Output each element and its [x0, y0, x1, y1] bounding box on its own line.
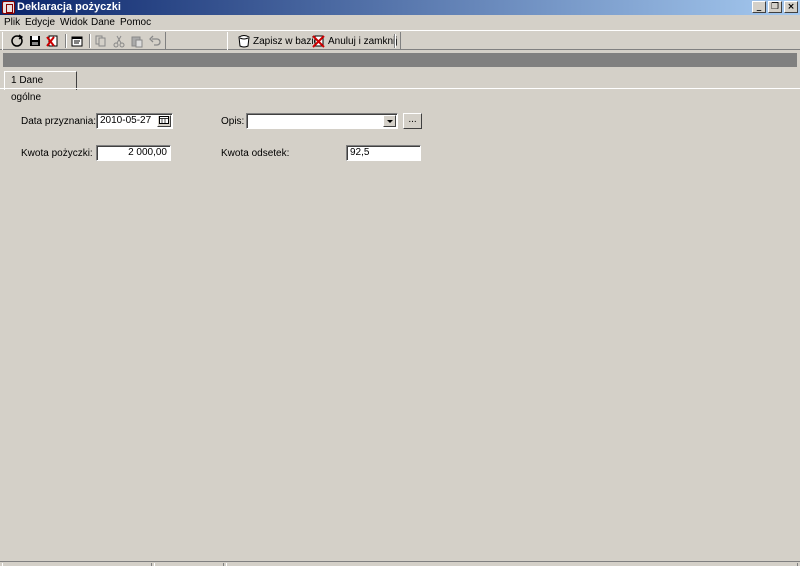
amount-label: Kwota pożyczki:	[21, 148, 93, 159]
title-bar: Deklaracja pożyczki _ ❐ ×	[0, 0, 800, 15]
floppy-icon	[30, 36, 40, 46]
window-title: Deklaracja pożyczki	[17, 1, 121, 13]
refresh-icon	[11, 34, 24, 47]
toolbar-group-edit	[2, 32, 166, 50]
chevron-down-icon[interactable]	[383, 115, 396, 127]
paste-button[interactable]	[129, 33, 145, 49]
calendar-icon	[159, 116, 169, 124]
menu-pomoc[interactable]: Pomoc	[120, 17, 151, 28]
copy-icon	[95, 35, 106, 47]
menu-edycje[interactable]: Edycje	[25, 17, 55, 28]
calendar-button[interactable]	[157, 115, 171, 127]
properties-button[interactable]	[69, 33, 85, 49]
amount-value: 2 000,00	[128, 147, 167, 158]
description-dropdown[interactable]	[246, 113, 398, 129]
app-icon[interactable]	[2, 1, 15, 14]
toolbar-separator	[89, 34, 91, 48]
date-field[interactable]: 2010-05-27	[96, 113, 173, 129]
delete-icon	[46, 35, 58, 47]
cancel-close-button[interactable]: Anuluj i zamknij	[312, 33, 397, 49]
save-to-db-label: Zapisz w bazie	[253, 35, 320, 47]
undo-icon	[149, 35, 161, 46]
cancel-icon	[312, 35, 325, 48]
interest-field[interactable]: 92,5	[346, 145, 421, 161]
menu-plik[interactable]: Plik	[4, 17, 20, 28]
toolbar: Zapisz w bazie Anuluj i zamknij	[0, 30, 800, 50]
toolbar-separator	[394, 34, 396, 48]
status-bar	[0, 561, 800, 566]
window-controls: _ ❐ ×	[750, 1, 798, 13]
undo-button[interactable]	[147, 33, 163, 49]
save-to-db-button[interactable]: Zapisz w bazie	[237, 33, 319, 49]
header-strip	[3, 53, 797, 67]
save-icon-button[interactable]	[27, 33, 43, 49]
menu-dane[interactable]: Dane	[91, 17, 115, 28]
date-label: Data przyznania:	[21, 116, 97, 127]
amount-field[interactable]: 2 000,00	[96, 145, 171, 161]
form-panel: Data przyznania: 2010-05-27 Kwota pożycz…	[0, 89, 800, 561]
cut-button[interactable]	[111, 33, 127, 49]
description-label: Opis:	[221, 116, 245, 127]
paste-icon	[131, 36, 143, 48]
minimize-button[interactable]: _	[752, 1, 766, 13]
copy-button[interactable]	[93, 33, 109, 49]
delete-button[interactable]	[45, 33, 61, 49]
scissors-icon	[113, 35, 125, 48]
save-db-icon	[238, 35, 250, 48]
interest-label: Kwota odsetek:	[221, 148, 290, 159]
browse-button[interactable]: ...	[403, 113, 422, 129]
toolbar-separator	[65, 34, 67, 48]
properties-icon	[71, 36, 83, 47]
menu-widok[interactable]: Widok	[60, 17, 88, 28]
menu-bar: Plik Edycje Widok Dane Pomoc	[0, 15, 800, 30]
cancel-close-label: Anuluj i zamknij	[328, 35, 398, 47]
toolbar-group-actions: Zapisz w bazie Anuluj i zamknij	[227, 32, 401, 50]
interest-value: 92,5	[350, 147, 370, 158]
refresh-button[interactable]	[9, 33, 25, 49]
date-value: 2010-05-27	[100, 115, 152, 126]
tab-strip: 1 Dane ogólne	[0, 69, 800, 103]
restore-button[interactable]: ❐	[768, 1, 782, 13]
close-button[interactable]: ×	[784, 1, 798, 13]
